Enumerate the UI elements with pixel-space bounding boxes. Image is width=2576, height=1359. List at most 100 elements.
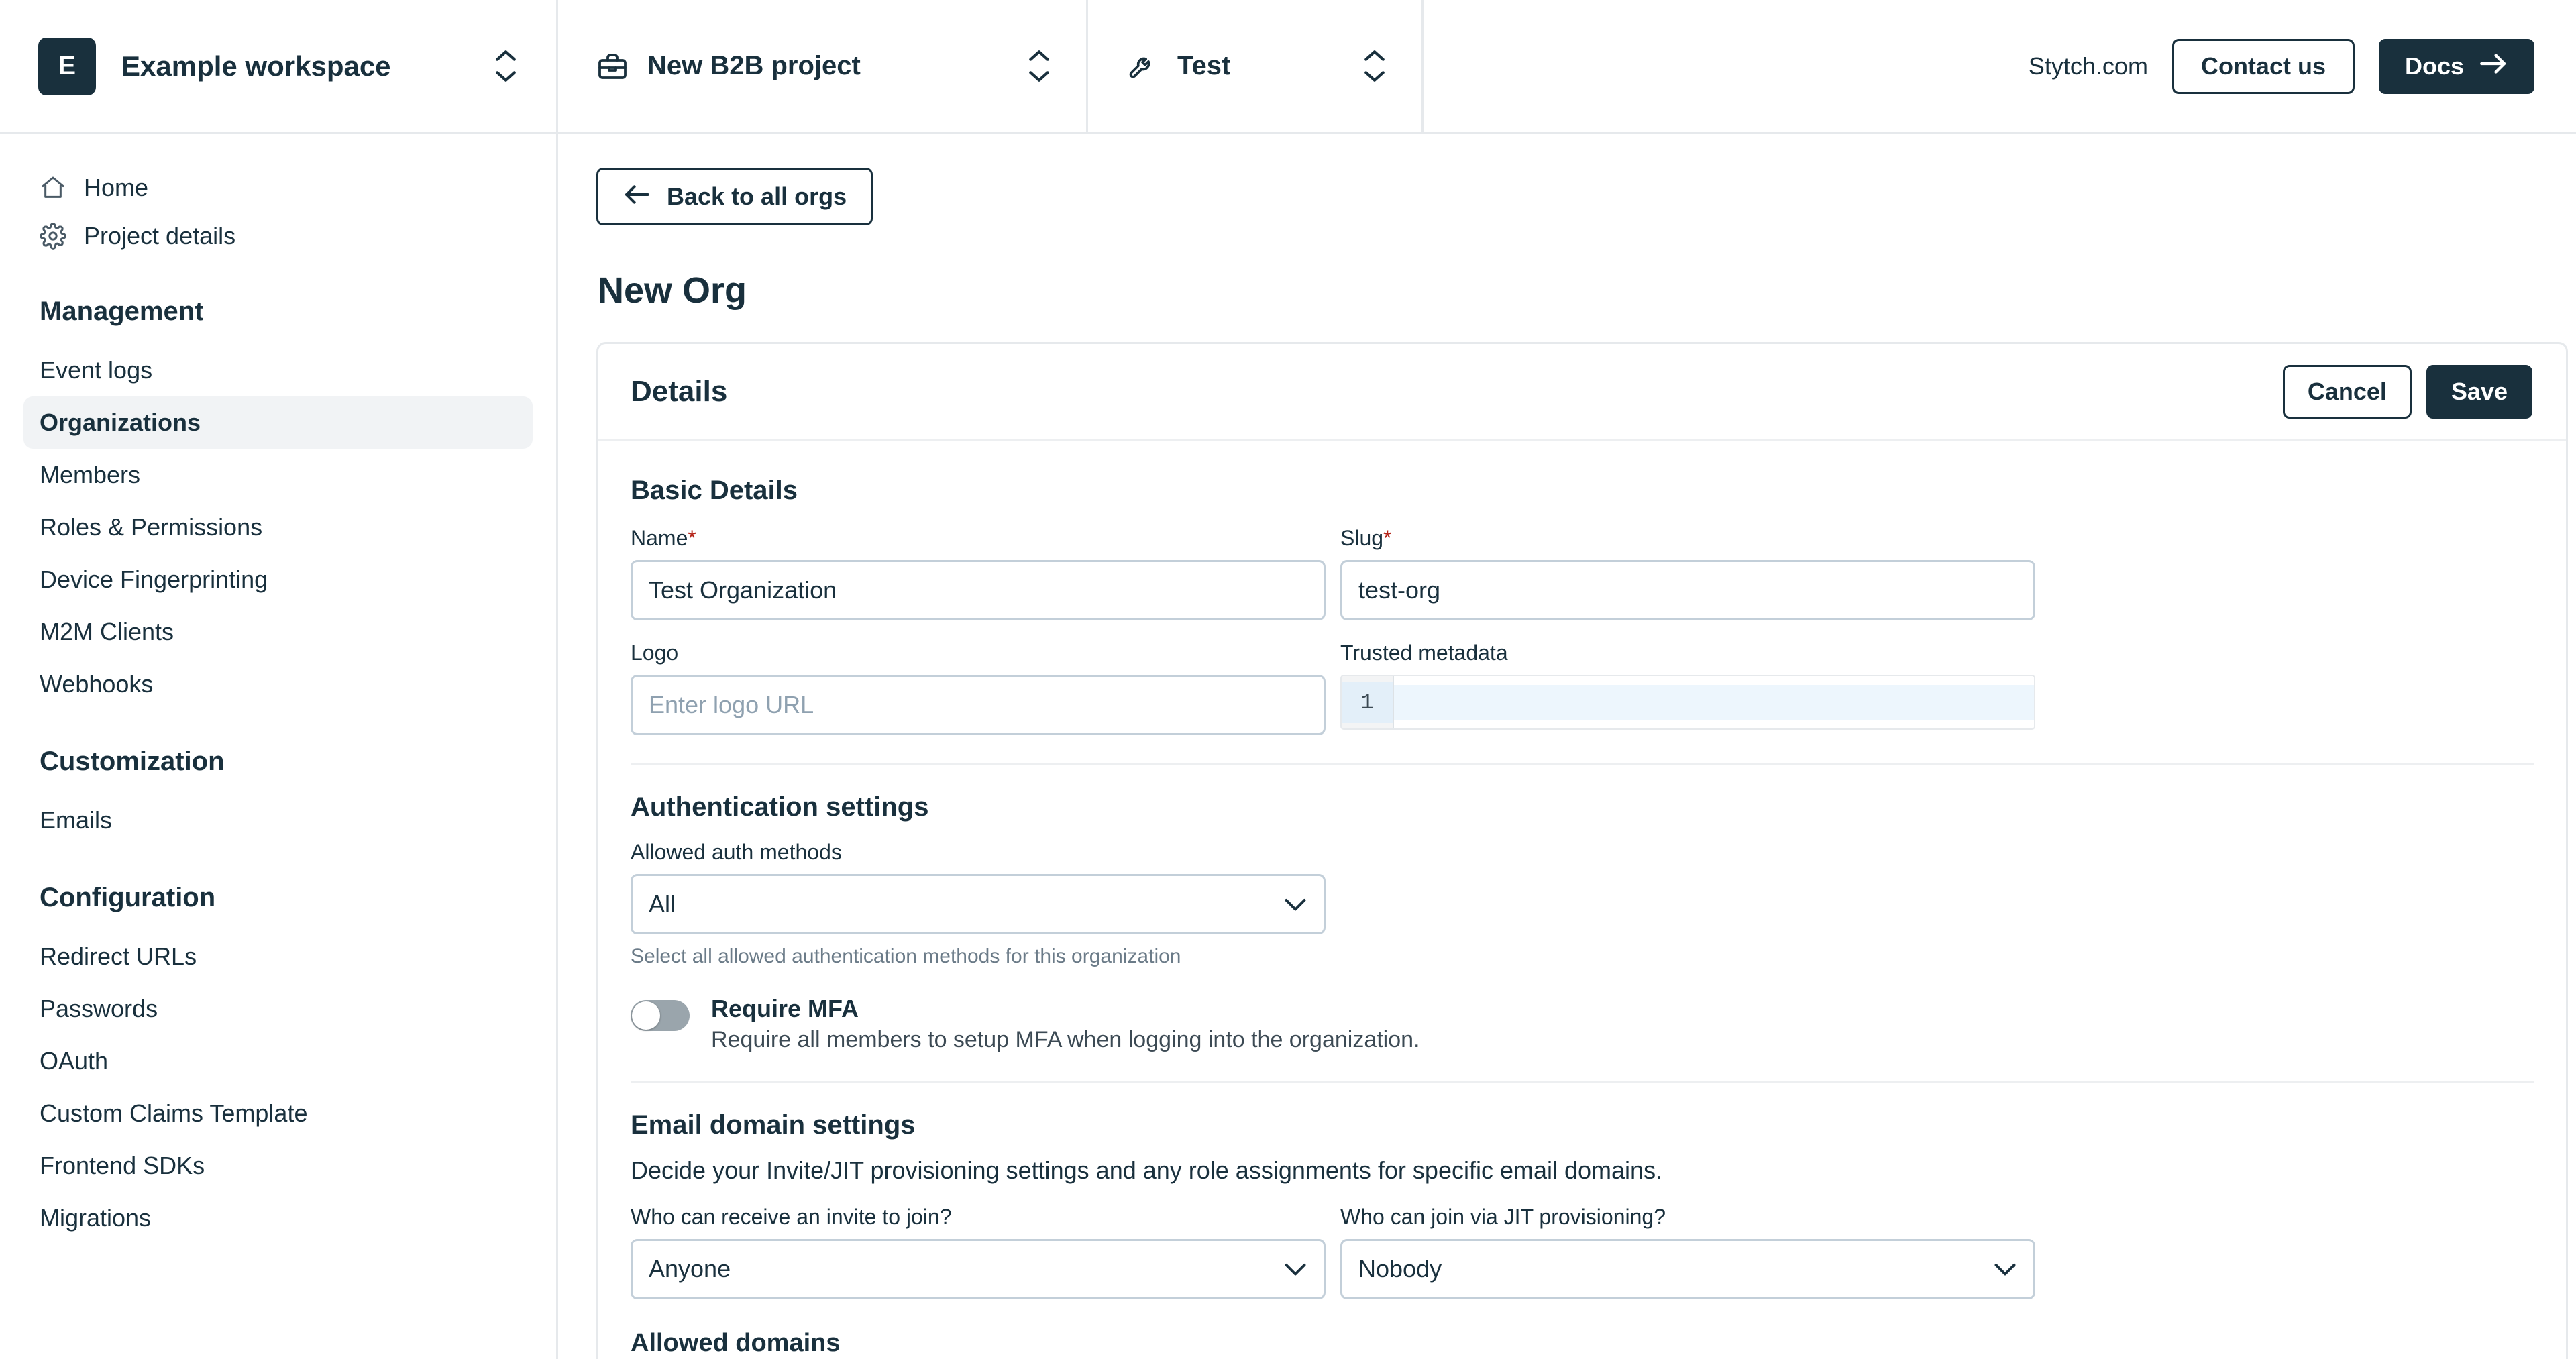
email-domain-section: Email domain settings Decide your Invite… [631,1083,2534,1359]
environment-switcher[interactable]: Test [1088,0,1424,132]
name-input[interactable] [631,560,1326,620]
sidebar-item-label: Frontend SDKs [40,1152,205,1179]
top-bar-actions: Stytch.com Contact us Docs [1424,0,2576,132]
sidebar-item-label: Emails [40,806,113,834]
sidebar-item-label: OAuth [40,1047,109,1075]
slug-label: Slug* [1340,526,2035,551]
trusted-metadata-label: Trusted metadata [1340,641,1508,665]
code-gutter: 1 [1342,676,1394,728]
require-mfa-title: Require MFA [711,995,859,1022]
sidebar-group-configuration: Configuration [40,883,216,912]
sidebar: Home Project details Management Event lo… [0,134,558,1359]
logo-label: Logo [631,641,679,665]
docs-button-label: Docs [2404,52,2464,80]
stytch-site-link[interactable]: Stytch.com [2029,52,2148,80]
jit-select[interactable]: Nobody [1340,1239,2035,1299]
cancel-button[interactable]: Cancel [2282,364,2412,419]
sidebar-item-label: Roles & Permissions [40,513,263,541]
sidebar-item-label: M2M Clients [40,618,174,645]
require-mfa-description: Require all members to setup MFA when lo… [711,1027,1420,1052]
basic-details-heading: Basic Details [631,476,798,505]
sidebar-item-roles-permissions[interactable]: Roles & Permissions [23,501,533,553]
slug-field-group: Slug* [1340,526,2035,620]
name-label: Name* [631,526,1326,551]
logo-input[interactable] [631,675,1326,735]
sidebar-item-label: Event logs [40,356,153,384]
sidebar-item-emails[interactable]: Emails [23,794,533,847]
allowed-auth-helper-text: Select all allowed authentication method… [631,945,1181,967]
sidebar-item-label: Migrations [40,1204,152,1232]
jit-field-group: Who can join via JIT provisioning? Nobod… [1340,1205,2035,1299]
sidebar-item-frontend-sdks[interactable]: Frontend SDKs [23,1140,533,1192]
sidebar-item-event-logs[interactable]: Event logs [23,344,533,396]
allowed-domains-title: Allowed domains [631,1329,841,1357]
sidebar-item-label: Webhooks [40,670,154,698]
page-body: Home Project details Management Event lo… [0,134,2576,1359]
sidebar-item-organizations[interactable]: Organizations [23,396,533,449]
require-mfa-text: Require MFA Require all members to setup… [711,995,2534,1053]
sidebar-item-label: Home [84,174,149,201]
details-card: Details Cancel Save Basic Details Name* [596,342,2568,1359]
sidebar-item-label: Members [40,461,141,488]
project-switcher[interactable]: New B2B project [558,0,1088,132]
sidebar-item-project-details[interactable]: Project details [23,212,533,260]
arrow-right-icon [2479,52,2508,80]
gear-icon [40,223,66,250]
workspace-switcher[interactable]: E Example workspace [0,0,558,132]
save-button[interactable]: Save [2426,364,2532,419]
details-card-header: Details Cancel Save [598,344,2566,441]
app-root: E Example workspace New B2B project Test… [0,0,2576,1359]
sidebar-item-home[interactable]: Home [23,164,533,212]
allowed-auth-select[interactable]: All [631,874,1326,934]
code-area[interactable] [1394,676,2034,728]
sidebar-item-label: Custom Claims Template [40,1099,308,1127]
page-title: New Org [598,270,747,311]
back-to-all-orgs-button[interactable]: Back to all orgs [596,168,873,225]
chevron-up-down-icon [1361,47,1388,86]
contact-us-button[interactable]: Contact us [2171,38,2355,94]
sidebar-item-m2m-clients[interactable]: M2M Clients [23,606,533,658]
wrench-icon [1125,49,1160,84]
sidebar-item-device-fingerprinting[interactable]: Device Fingerprinting [23,553,533,606]
workspace-name: Example workspace [121,50,391,82]
allowed-auth-field-group: Allowed auth methods All Select all allo… [631,840,1326,968]
sidebar-item-redirect-urls[interactable]: Redirect URLs [23,930,533,983]
briefcase-icon [595,49,630,84]
auth-settings-section: Authentication settings Allowed auth met… [631,765,2534,1053]
invite-select[interactable]: Anyone [631,1239,1326,1299]
chevron-up-down-icon [1026,47,1053,86]
sidebar-item-migrations[interactable]: Migrations [23,1192,533,1244]
require-mfa-toggle[interactable] [631,1000,690,1031]
details-card-body: Basic Details Name* Slug* [598,441,2566,1359]
back-button-label: Back to all orgs [667,182,847,210]
logo-field-group: Logo [631,641,1326,735]
sidebar-item-label: Device Fingerprinting [40,565,268,593]
sidebar-group-management: Management [40,296,204,326]
basic-details-row-2: Logo Trusted metadata 1 [631,641,2534,735]
sidebar-item-custom-claims-template[interactable]: Custom Claims Template [23,1087,533,1140]
sidebar-group-customization: Customization [40,747,225,776]
jit-select-wrap: Nobody [1340,1239,2035,1299]
required-marker: * [688,526,696,550]
sidebar-item-webhooks[interactable]: Webhooks [23,658,533,710]
auth-settings-heading: Authentication settings [631,792,929,822]
slug-label-text: Slug [1340,526,1384,550]
sidebar-item-label: Organizations [40,409,201,436]
allowed-auth-label: Allowed auth methods [631,840,842,864]
require-mfa-row: Require MFA Require all members to setup… [631,968,2534,1053]
slug-input[interactable] [1340,560,2035,620]
workspace-avatar: E [38,37,96,95]
invite-label: Who can receive an invite to join? [631,1205,952,1229]
invite-field-group: Who can receive an invite to join? Anyon… [631,1205,1326,1299]
sidebar-item-members[interactable]: Members [23,449,533,501]
code-active-line [1394,685,2034,720]
sidebar-item-passwords[interactable]: Passwords [23,983,533,1035]
basic-details-row-1: Name* Slug* [631,526,2534,620]
project-name: New B2B project [647,51,861,80]
trusted-metadata-editor[interactable]: 1 [1340,675,2035,730]
sidebar-item-oauth[interactable]: OAuth [23,1035,533,1087]
details-card-actions: Cancel Save [2282,364,2532,419]
chevron-up-down-icon [492,47,519,86]
email-domain-selects-row: Who can receive an invite to join? Anyon… [631,1205,2534,1299]
docs-button[interactable]: Docs [2378,38,2534,94]
